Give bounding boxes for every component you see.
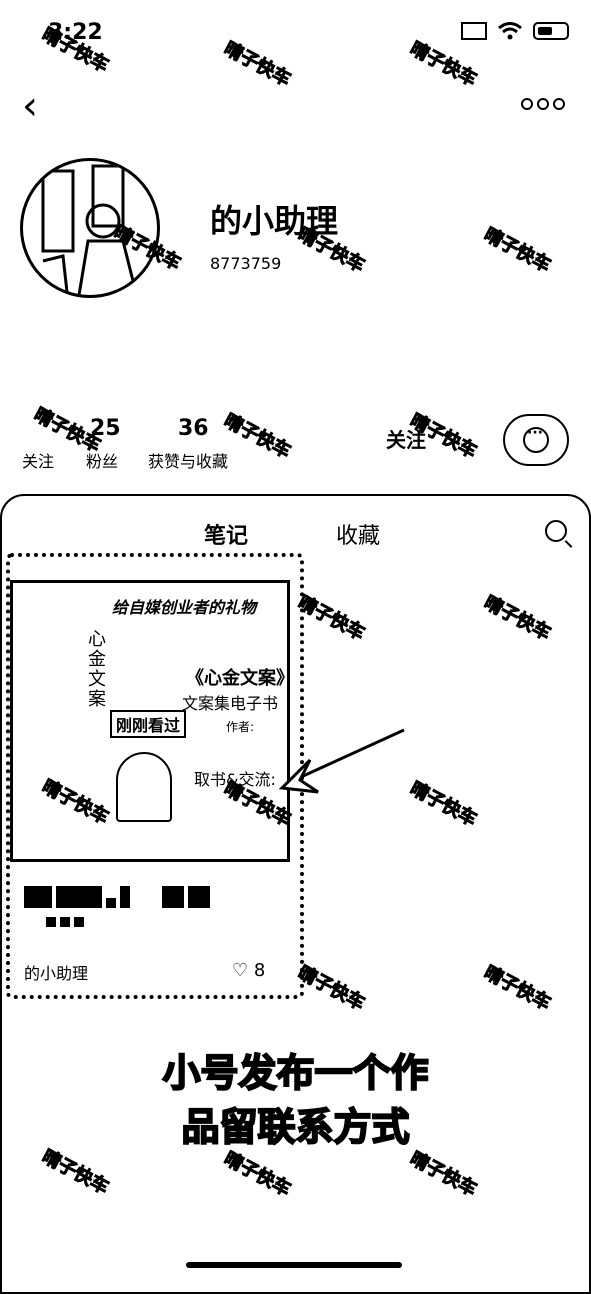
chat-icon [523, 425, 549, 453]
avatar[interactable] [20, 158, 160, 298]
watermark: 晴子快车 [406, 38, 481, 91]
status-icons [461, 22, 569, 40]
stat-likes-value: 36 [178, 416, 209, 441]
overlay-caption: 小号发布一个作 品留联系方式 [0, 1046, 591, 1154]
stat-likes-label[interactable]: 获赞与收藏 [148, 448, 228, 472]
caption-line-1: 小号发布一个作 [161, 1050, 429, 1096]
message-button[interactable] [503, 414, 569, 466]
follow-button[interactable]: 关注 [386, 424, 426, 453]
signal-icon [461, 22, 487, 40]
watermark: 晴子快车 [220, 410, 295, 463]
tab-notes[interactable]: 笔记 [204, 518, 248, 550]
book-title: 《心金文案》 [186, 668, 294, 689]
chevron-left-icon[interactable]: ‹ [22, 86, 38, 126]
pointer-arrow-icon [278, 728, 405, 794]
note-title-redacted [22, 884, 292, 944]
stat-following-value: 25 [90, 416, 121, 441]
cover-portrait [116, 752, 172, 822]
stat-fans-label[interactable]: 粉丝 [86, 448, 118, 472]
cover-title: 给自媒创业者的礼物 [112, 598, 257, 617]
book-subtitle: 文案集电子书 [182, 694, 279, 713]
contact-label: 取书&交流: [194, 770, 276, 789]
more-horizontal-icon[interactable] [521, 98, 565, 110]
recently-viewed-badge: 刚刚看过 [110, 710, 187, 738]
wifi-icon [498, 22, 522, 40]
watermark: 晴子快车 [220, 38, 295, 91]
profile-name: 的小助理 [210, 202, 339, 240]
home-indicator[interactable] [186, 1262, 402, 1268]
like-count[interactable]: ♡ 8 [232, 960, 265, 981]
watermark: 晴子快车 [480, 224, 555, 277]
profile-id: 8773759 [210, 254, 282, 273]
stat-following-label[interactable]: 关注 [22, 448, 54, 472]
note-author[interactable]: 的小助理 [24, 960, 88, 984]
status-time: 3:22 [48, 20, 103, 45]
search-icon[interactable] [545, 520, 567, 542]
tab-collections[interactable]: 收藏 [336, 518, 380, 550]
heart-icon: ♡ [232, 960, 249, 981]
author-label: 作者: [226, 720, 255, 734]
like-count-value: 8 [253, 960, 266, 981]
caption-line-2: 品留联系方式 [180, 1104, 410, 1150]
battery-icon [533, 22, 569, 40]
cover-vertical-title: 心金文案 [88, 629, 106, 710]
